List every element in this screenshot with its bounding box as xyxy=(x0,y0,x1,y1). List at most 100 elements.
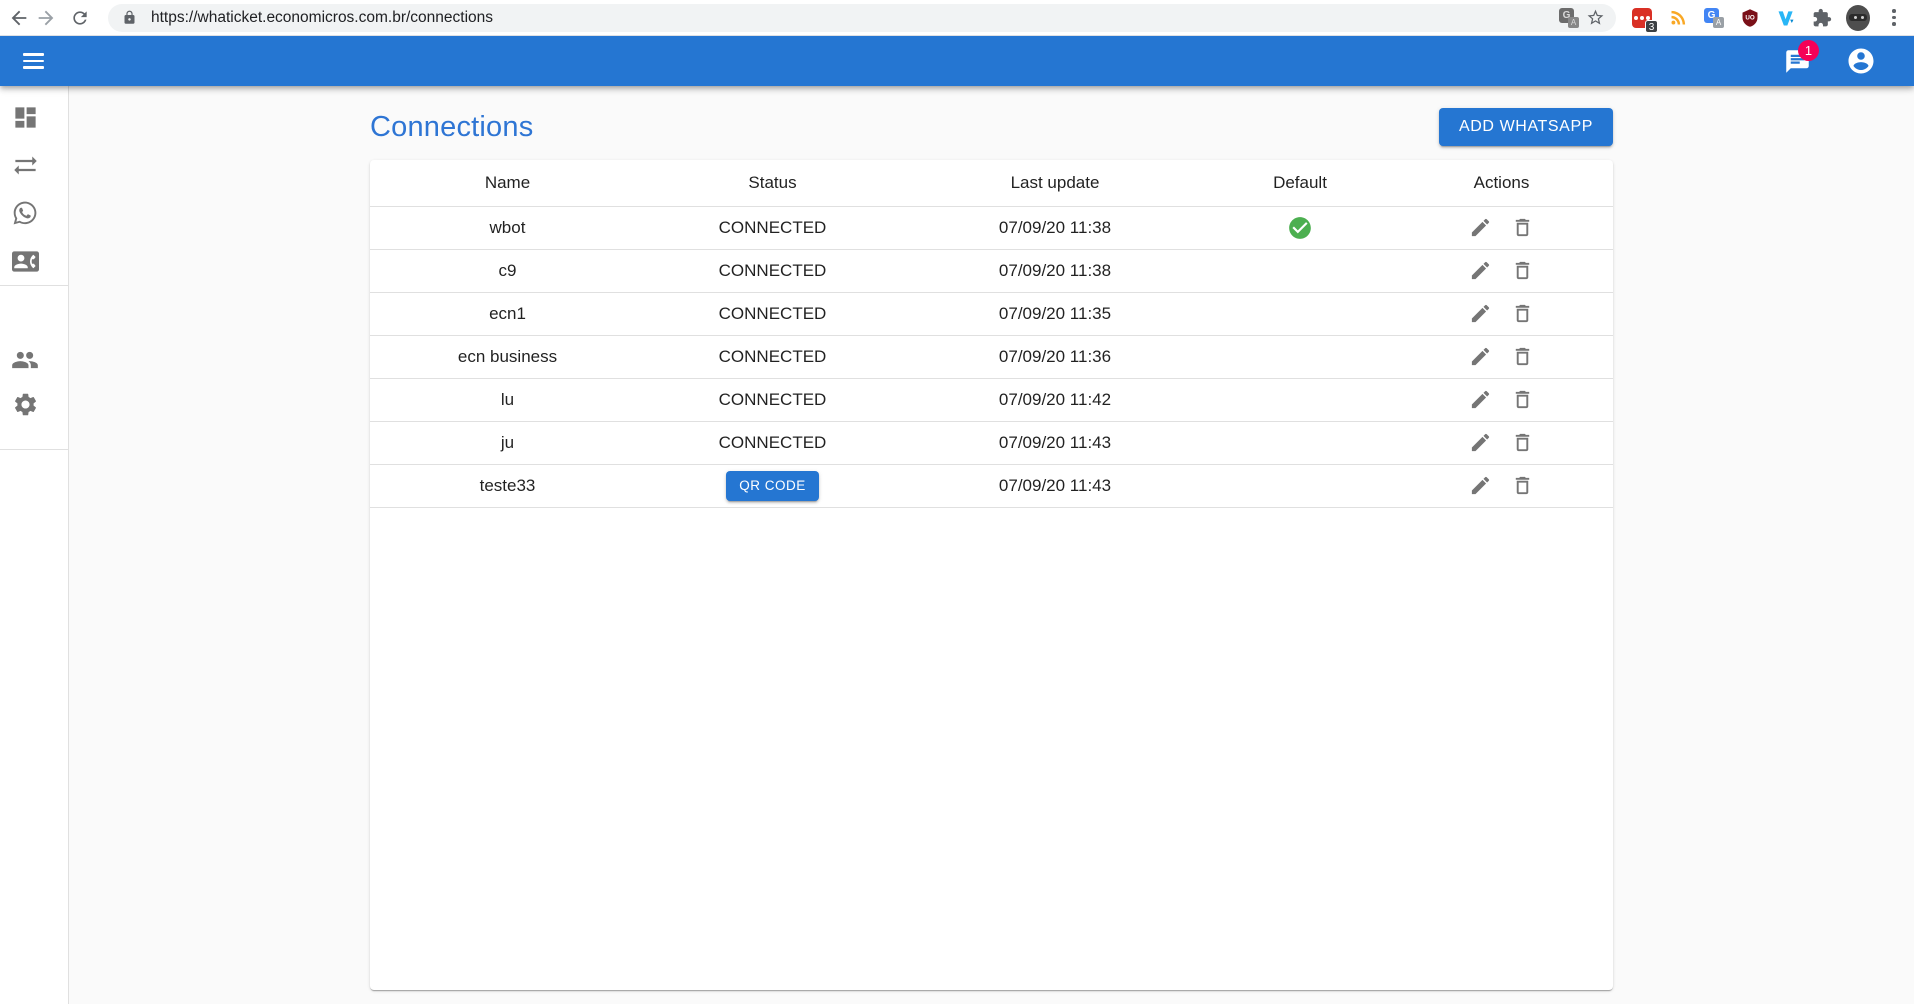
delete-connection-button[interactable] xyxy=(1504,216,1541,239)
cell-status: CONNECTED xyxy=(645,206,900,249)
table-row: teste33 QR CODE 07/09/20 11:43 xyxy=(370,464,1613,507)
cell-status: CONNECTED xyxy=(645,292,900,335)
add-whatsapp-button[interactable]: ADD WHATSAPP xyxy=(1439,108,1613,146)
browser-refresh-button[interactable] xyxy=(68,6,92,30)
edit-pencil-icon xyxy=(1469,216,1492,239)
status-text: CONNECTED xyxy=(719,304,827,323)
ublock-shield-icon[interactable]: UO xyxy=(1738,6,1762,30)
connections-card: Name Status Last update Default Actions … xyxy=(370,160,1613,990)
browser-back-button[interactable] xyxy=(7,6,31,30)
cell-name: teste33 xyxy=(370,464,645,507)
address-bar[interactable]: https://whaticket.economicros.com.br/con… xyxy=(108,4,1616,32)
table-row: ju CONNECTED 07/09/20 11:43 xyxy=(370,421,1613,464)
trash-icon xyxy=(1511,474,1534,497)
cell-default xyxy=(1210,206,1390,249)
cell-last-update: 07/09/20 11:38 xyxy=(900,206,1210,249)
browser-toolbar: https://whaticket.economicros.com.br/con… xyxy=(0,0,1914,36)
table-row: lu CONNECTED 07/09/20 11:42 xyxy=(370,378,1613,421)
edit-pencil-icon xyxy=(1469,345,1492,368)
refresh-icon xyxy=(70,8,90,28)
sidebar-item-settings[interactable] xyxy=(1,380,49,428)
rss-icon[interactable] xyxy=(1666,6,1690,30)
page-header: Connections ADD WHATSAPP xyxy=(370,107,1613,147)
extension-badge: 3 xyxy=(1645,20,1658,33)
notifications-button[interactable]: 1 xyxy=(1776,40,1818,82)
extension-red-icon[interactable]: 3 xyxy=(1630,6,1654,30)
lock-icon[interactable] xyxy=(116,5,142,31)
account-button[interactable] xyxy=(1840,40,1882,82)
cell-status: CONNECTED xyxy=(645,335,900,378)
extensions-puzzle-icon[interactable] xyxy=(1810,6,1834,30)
url-text[interactable]: https://whaticket.economicros.com.br/con… xyxy=(151,9,1556,27)
edit-pencil-icon xyxy=(1469,388,1492,411)
cell-status: CONNECTED xyxy=(645,421,900,464)
edit-connection-button[interactable] xyxy=(1462,259,1499,282)
translate-icon[interactable]: GA xyxy=(1556,5,1582,31)
delete-connection-button[interactable] xyxy=(1504,302,1541,325)
status-text: CONNECTED xyxy=(719,347,827,366)
translate-extension-icon[interactable]: GA xyxy=(1702,6,1726,30)
qr-code-button[interactable]: QR CODE xyxy=(726,471,819,501)
sidebar-item-users[interactable] xyxy=(1,336,49,384)
sidebar-divider-bottom xyxy=(0,449,68,450)
trash-icon xyxy=(1511,431,1534,454)
trash-icon xyxy=(1511,259,1534,282)
browser-profile-avatar[interactable] xyxy=(1846,6,1870,30)
cell-default xyxy=(1210,464,1390,507)
cell-status: CONNECTED xyxy=(645,249,900,292)
edit-connection-button[interactable] xyxy=(1462,302,1499,325)
settings-gear-icon xyxy=(12,391,39,418)
cell-actions xyxy=(1390,464,1613,507)
extensions-area: 3 GA UO xyxy=(1630,6,1906,30)
browser-forward-button[interactable] xyxy=(34,6,58,30)
browser-menu-kebab-icon[interactable] xyxy=(1882,6,1906,30)
sidebar-nav xyxy=(0,86,69,1004)
table-header-row: Name Status Last update Default Actions xyxy=(370,160,1613,206)
delete-connection-button[interactable] xyxy=(1504,259,1541,282)
header-name: Name xyxy=(370,160,645,206)
cell-name: lu xyxy=(370,378,645,421)
trash-icon xyxy=(1511,388,1534,411)
sidebar-item-dashboard[interactable] xyxy=(1,93,49,141)
table-row: wbot CONNECTED 07/09/20 11:38 xyxy=(370,206,1613,249)
cell-name: ecn1 xyxy=(370,292,645,335)
cell-name: c9 xyxy=(370,249,645,292)
delete-connection-button[interactable] xyxy=(1504,474,1541,497)
sidebar-item-connections[interactable] xyxy=(1,141,49,189)
account-circle-icon xyxy=(1846,46,1876,76)
header-status: Status xyxy=(645,160,900,206)
table-row: ecn business CONNECTED 07/09/20 11:36 xyxy=(370,335,1613,378)
cell-default xyxy=(1210,421,1390,464)
cell-actions xyxy=(1390,292,1613,335)
cell-name: ecn business xyxy=(370,335,645,378)
trash-icon xyxy=(1511,216,1534,239)
delete-connection-button[interactable] xyxy=(1504,345,1541,368)
table-row: ecn1 CONNECTED 07/09/20 11:35 xyxy=(370,292,1613,335)
delete-connection-button[interactable] xyxy=(1504,431,1541,454)
delete-connection-button[interactable] xyxy=(1504,388,1541,411)
cell-name: ju xyxy=(370,421,645,464)
header-last-update: Last update xyxy=(900,160,1210,206)
hamburger-menu-button[interactable] xyxy=(13,41,53,81)
edit-connection-button[interactable] xyxy=(1462,431,1499,454)
edit-connection-button[interactable] xyxy=(1462,474,1499,497)
default-check-icon xyxy=(1287,215,1313,241)
svg-text:UO: UO xyxy=(1745,14,1755,21)
trash-icon xyxy=(1511,345,1534,368)
sidebar-divider xyxy=(0,285,68,286)
edit-connection-button[interactable] xyxy=(1462,216,1499,239)
back-arrow-icon xyxy=(8,7,30,29)
main-content: Connections ADD WHATSAPP Name Status Las… xyxy=(69,86,1914,1004)
status-text: CONNECTED xyxy=(719,218,827,237)
contacts-icon xyxy=(12,248,39,275)
sidebar-item-tickets[interactable] xyxy=(1,189,49,237)
cell-last-update: 07/09/20 11:38 xyxy=(900,249,1210,292)
page-title: Connections xyxy=(370,111,533,144)
video-downloader-icon[interactable] xyxy=(1774,6,1798,30)
bookmark-star-icon[interactable] xyxy=(1582,5,1608,31)
edit-connection-button[interactable] xyxy=(1462,345,1499,368)
edit-connection-button[interactable] xyxy=(1462,388,1499,411)
users-icon xyxy=(11,346,39,374)
status-text: CONNECTED xyxy=(719,433,827,452)
sidebar-item-contacts[interactable] xyxy=(1,237,49,285)
